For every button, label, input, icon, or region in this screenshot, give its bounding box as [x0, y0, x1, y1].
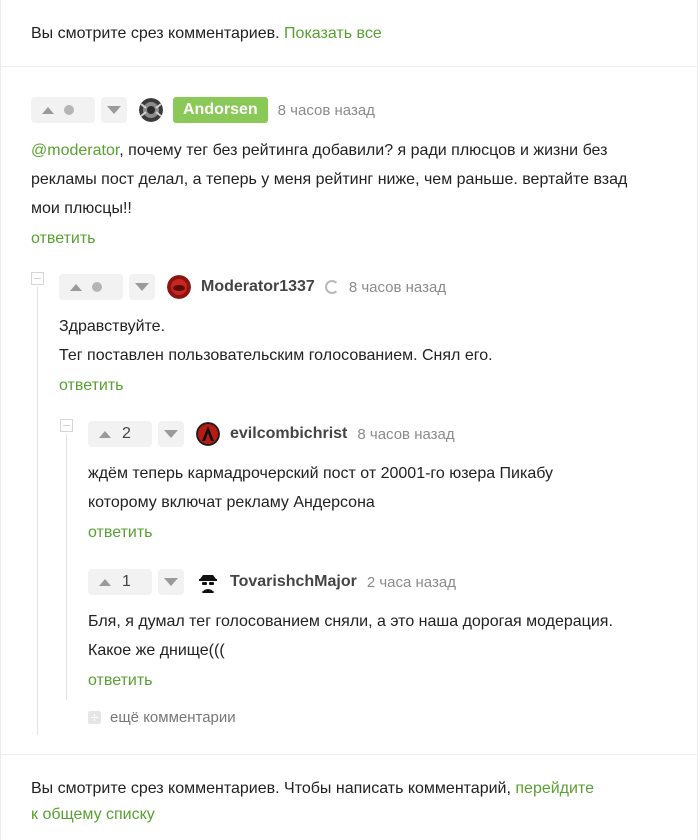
more-comments-button[interactable]: ещё комментарии	[88, 709, 236, 726]
comment-andorsen: Andorsen 8 часов назад @moderator, почем…	[31, 97, 671, 249]
downvote-icon	[135, 283, 149, 291]
avatar[interactable]	[196, 422, 220, 446]
top-separator	[1, 66, 697, 67]
downvote-button[interactable]	[158, 569, 184, 595]
comment-line: которому включат рекламу Андерсона	[88, 494, 375, 511]
comment-line: ждём теперь кармадрочерский пост от 2000…	[88, 465, 554, 482]
top-banner-text: Вы смотрите срез комментариев.	[31, 25, 280, 42]
top-banner: Вы смотрите срез комментариев. Показать …	[31, 21, 382, 47]
mention-link[interactable]: @moderator	[31, 142, 119, 159]
rating-hidden-dot	[64, 105, 74, 115]
comment-line: , почему тег без рейтинга добавили? я ра…	[119, 142, 608, 159]
username[interactable]: evilcombichrist	[230, 425, 347, 443]
comment-time[interactable]: 2 часа назад	[367, 574, 456, 591]
vote-block	[31, 97, 127, 123]
comment-line: Бля, я думал тег голосованием сняли, а э…	[88, 613, 613, 630]
comment-line: Тег поставлен пользовательским голосован…	[59, 347, 493, 364]
bottom-banner-text: Вы смотрите срез комментариев. Чтобы нап…	[31, 780, 511, 797]
username[interactable]: Moderator1337	[201, 278, 315, 296]
username[interactable]: TovarishchMajor	[230, 573, 357, 591]
comment-body: @moderator, почему тег без рейтинга доба…	[31, 136, 671, 223]
avatar[interactable]	[167, 275, 191, 299]
upvote-icon	[70, 283, 82, 291]
rating-hidden-dot	[92, 282, 102, 292]
collapse-icon[interactable]	[31, 272, 44, 285]
comment-header: Moderator1337 8 часов назад	[59, 274, 679, 300]
upvote-icon	[99, 430, 111, 438]
frame-left-border	[0, 0, 1, 840]
go-to-list-link-continued[interactable]: к общему списку	[31, 806, 155, 823]
thread-line	[66, 434, 67, 700]
comment-body: ждём теперь кармадрочерский пост от 2000…	[88, 459, 688, 517]
bottom-separator	[1, 754, 697, 755]
upvote-button[interactable]: 2	[88, 421, 152, 447]
downvote-icon	[164, 430, 178, 438]
comment-header: 2 evilcombichrist 8 часов назад	[88, 421, 688, 447]
comment-body: Бля, я думал тег голосованием сняли, а э…	[88, 607, 688, 665]
upvote-button[interactable]	[31, 97, 95, 123]
upvote-icon	[99, 578, 111, 586]
vote-block: 1	[88, 569, 184, 595]
go-to-list-link[interactable]: перейдите	[515, 780, 594, 797]
comment-tovarishchmajor: 1 TovarishchMajor 2 часа назад Бля, я ду…	[88, 569, 688, 691]
comment-body: Здравствуйте. Тег поставлен пользователь…	[59, 312, 679, 370]
bottom-banner: Вы смотрите срез комментариев. Чтобы нап…	[31, 776, 594, 828]
comment-time[interactable]: 8 часов назад	[278, 102, 375, 119]
comment-header: Andorsen 8 часов назад	[31, 97, 671, 123]
expand-icon	[88, 711, 101, 724]
downvote-button[interactable]	[101, 97, 127, 123]
vote-count: 2	[122, 425, 131, 442]
comment-header: 1 TovarishchMajor 2 часа назад	[88, 569, 688, 595]
frame-right-border	[697, 0, 698, 840]
comment-line: Какое же днище(((	[88, 642, 225, 659]
downvote-button[interactable]	[158, 421, 184, 447]
comment-line: рекламы пост делал, а теперь у меня рейт…	[31, 171, 628, 188]
avatar[interactable]	[196, 570, 220, 594]
more-comments-label: ещё комментарии	[110, 709, 236, 726]
comment-moderator1337: Moderator1337 8 часов назад Здравствуйте…	[59, 274, 679, 396]
collapse-icon[interactable]	[60, 419, 73, 432]
upvote-button[interactable]	[59, 274, 123, 300]
vote-block: 2	[88, 421, 184, 447]
upvote-icon	[42, 106, 54, 114]
show-all-link[interactable]: Показать все	[284, 25, 382, 42]
comment-line: мои плюсцы!!	[31, 200, 132, 217]
thread-line	[37, 287, 38, 735]
downvote-icon	[107, 106, 121, 114]
moderator-icon	[324, 280, 339, 294]
downvote-button[interactable]	[129, 274, 155, 300]
username-badge[interactable]: Andorsen	[173, 97, 268, 123]
vote-count: 1	[122, 573, 131, 590]
comment-line: Здравствуйте.	[59, 318, 166, 335]
comment-time[interactable]: 8 часов назад	[357, 426, 454, 443]
reply-link[interactable]: ответить	[31, 229, 671, 249]
vote-block	[59, 274, 155, 300]
downvote-icon	[164, 578, 178, 586]
reply-link[interactable]: ответить	[59, 376, 679, 396]
comment-time[interactable]: 8 часов назад	[349, 279, 446, 296]
reply-link[interactable]: ответить	[88, 671, 688, 691]
avatar[interactable]	[139, 98, 163, 122]
reply-link[interactable]: ответить	[88, 523, 688, 543]
upvote-button[interactable]: 1	[88, 569, 152, 595]
comment-evilcombichrist: 2 evilcombichrist 8 часов назад ждём теп…	[88, 421, 688, 543]
